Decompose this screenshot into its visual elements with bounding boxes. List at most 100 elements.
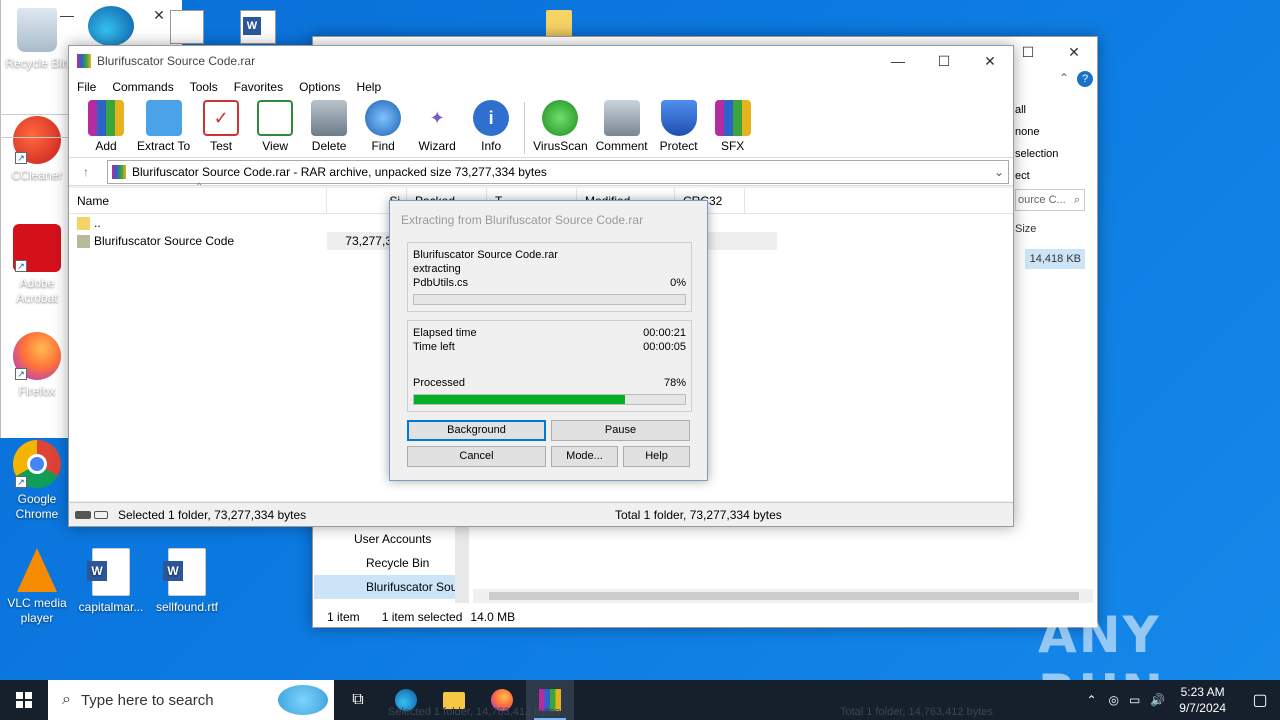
nav-item-recycle-bin[interactable]: Recycle Bin xyxy=(314,551,468,575)
task-view-button[interactable]: ⧉ xyxy=(334,680,382,720)
nav-item-blurifuscator[interactable]: Blurifuscator Sou xyxy=(314,575,468,599)
path-dropdown[interactable]: Blurifuscator Source Code.rar - RAR arch… xyxy=(107,159,1009,184)
wizard-button[interactable]: ✦ Wizard xyxy=(414,98,460,154)
mode-button[interactable]: Mode... xyxy=(551,446,618,467)
virusscan-button[interactable]: VirusScan xyxy=(533,98,588,153)
chevron-down-icon[interactable]: ⌄ xyxy=(994,165,1004,179)
size-column-header[interactable]: Size xyxy=(1015,223,1036,235)
add-button[interactable]: Add xyxy=(83,98,129,153)
minimize-button[interactable]: — xyxy=(875,46,921,76)
maximize-button[interactable]: ☐ xyxy=(921,46,967,76)
word-file-icon[interactable]: W xyxy=(240,10,276,44)
extract-to-button[interactable]: Extract To xyxy=(137,98,190,153)
desktop-icon-adobe-acrobat[interactable]: ↗ Adobe Acrobat xyxy=(0,224,74,306)
background-button[interactable]: Background xyxy=(407,420,546,441)
current-file-group: Blurifuscator Source Code.rar extracting… xyxy=(407,242,692,312)
meet-now-icon[interactable]: ◎ xyxy=(1109,693,1119,707)
volume-icon[interactable]: 🔊 xyxy=(1150,693,1165,707)
elapsed-label: Elapsed time xyxy=(413,327,477,339)
desktop-icon-sellfound[interactable]: W sellfound.rtf xyxy=(150,548,224,615)
up-arrow-icon[interactable]: ↑ xyxy=(83,165,89,179)
menu-favorites[interactable]: Favorites xyxy=(234,80,283,94)
bug-icon xyxy=(542,100,579,136)
protect-button[interactable]: Protect xyxy=(656,98,702,153)
invert-selection[interactable]: selection xyxy=(1015,143,1058,165)
nav-item-user-accounts[interactable]: User Accounts xyxy=(314,527,468,551)
time-left-value: 00:00:05 xyxy=(643,341,686,353)
menu-file[interactable]: File xyxy=(77,80,96,94)
comment-button[interactable]: Comment xyxy=(596,98,648,153)
book-icon xyxy=(257,100,294,136)
horizontal-scrollbar[interactable] xyxy=(473,589,1093,603)
start-button[interactable] xyxy=(0,680,48,720)
acrobat-icon: ↗ xyxy=(13,224,61,272)
explorer-caption-buttons: ☐ ✕ xyxy=(1005,37,1097,67)
taskbar-search-box[interactable]: ⌕ Type here to search xyxy=(48,680,334,720)
total-progress-bar xyxy=(413,394,686,405)
desktop-icon-label: VLC media player xyxy=(7,596,67,625)
close-button[interactable]: ✕ xyxy=(1051,37,1097,67)
status-size: 14.0 MB xyxy=(470,610,516,624)
menu-commands[interactable]: Commands xyxy=(112,80,173,94)
network-icon[interactable]: ▭ xyxy=(1129,693,1140,707)
info-button[interactable]: i Info xyxy=(468,98,514,153)
file-progress-bar xyxy=(413,294,686,305)
image-file-icon[interactable] xyxy=(170,10,204,44)
menu-help[interactable]: Help xyxy=(356,80,381,94)
menu-options[interactable]: Options xyxy=(299,80,340,94)
action-label: extracting xyxy=(413,263,461,275)
toolbar-separator xyxy=(524,102,526,154)
windows-logo-icon xyxy=(16,692,32,708)
chevron-up-icon[interactable]: ⌃ xyxy=(1059,71,1069,85)
desktop-icon-vlc[interactable]: VLC media player xyxy=(0,548,74,626)
sfx-box-icon xyxy=(714,100,751,136)
desktop-icon-label: capitalmar... xyxy=(78,600,144,614)
desktop-icon-label: Google Chrome xyxy=(15,492,59,521)
delete-button[interactable]: Delete xyxy=(306,98,352,153)
current-file: PdbUtils.cs xyxy=(413,277,469,289)
desktop: Recycle Bin ↗ CCleaner ↗ Adobe Acrobat ↗… xyxy=(0,0,1280,680)
window-title: Blurifuscator Source Code.rar xyxy=(97,54,256,68)
pause-button[interactable]: Pause xyxy=(551,420,690,441)
menu-tools[interactable]: Tools xyxy=(190,80,218,94)
edge-desktop-icon[interactable] xyxy=(88,6,134,46)
clock-time: 5:23 AM xyxy=(1180,685,1225,699)
desktop-icon-capitalmar[interactable]: W capitalmar... xyxy=(74,548,148,615)
magnifier-icon xyxy=(365,100,402,136)
chrome-icon: ↗ xyxy=(13,440,61,488)
cancel-button[interactable]: Cancel xyxy=(407,446,546,467)
trash-icon xyxy=(311,100,348,136)
select-none[interactable]: none xyxy=(1015,121,1058,143)
find-button[interactable]: Find xyxy=(360,98,406,153)
total-progress-fill xyxy=(414,395,626,404)
help-icon[interactable]: ? xyxy=(1077,71,1093,87)
explorer-select-group: all none selection ect xyxy=(1015,99,1058,187)
progress-group: Elapsed time 00:00:21 Time left 00:00:05 P… xyxy=(407,320,692,412)
explorer-search-box[interactable]: ource C... ⌕ xyxy=(1015,189,1085,211)
desktop-icon-firefox[interactable]: ↗ Firefox xyxy=(0,332,74,399)
select-all[interactable]: all xyxy=(1015,99,1058,121)
dialog-title: Extracting from Blurifuscator Source Cod… xyxy=(401,213,644,227)
close-button[interactable]: ✕ xyxy=(967,46,1013,76)
folder-desktop-icon[interactable] xyxy=(546,10,572,38)
magic-wand-icon: ✦ xyxy=(429,107,445,128)
view-button[interactable]: View xyxy=(252,98,298,153)
status-item-count: 1 item xyxy=(327,610,360,624)
notification-icon[interactable]: ▢ xyxy=(1240,690,1280,710)
test-button[interactable]: ✓ Test xyxy=(198,98,244,153)
sfx-button[interactable]: SFX xyxy=(710,98,756,153)
clock[interactable]: 5:23 AM 9/7/2024 xyxy=(1179,684,1226,716)
winrar-title-bar: Blurifuscator Source Code.rar — ☐ ✕ xyxy=(69,46,1013,76)
explorer-status-bar: 1 item 1 item selected 14.0 MB xyxy=(313,607,1097,627)
processed-percent: 78% xyxy=(663,377,686,389)
desktop-icon-google-chrome[interactable]: ↗ Google Chrome xyxy=(0,440,74,522)
nav-scrollbar[interactable] xyxy=(455,527,469,603)
drive-icon xyxy=(75,510,91,519)
watermark: ANY RUN xyxy=(1038,606,1163,680)
desktop-icon-recycle-bin[interactable]: Recycle Bin xyxy=(0,8,74,71)
help-button[interactable]: Help xyxy=(623,446,690,467)
search-icon: ⌕ xyxy=(1073,194,1080,206)
chevron-up-icon[interactable]: ⌃ xyxy=(1086,693,1096,707)
toolbar: Add Extract To ✓ Test View Delete Find ✦ W… xyxy=(69,98,1013,158)
archive-name: Blurifuscator Source Code.rar xyxy=(413,249,558,261)
